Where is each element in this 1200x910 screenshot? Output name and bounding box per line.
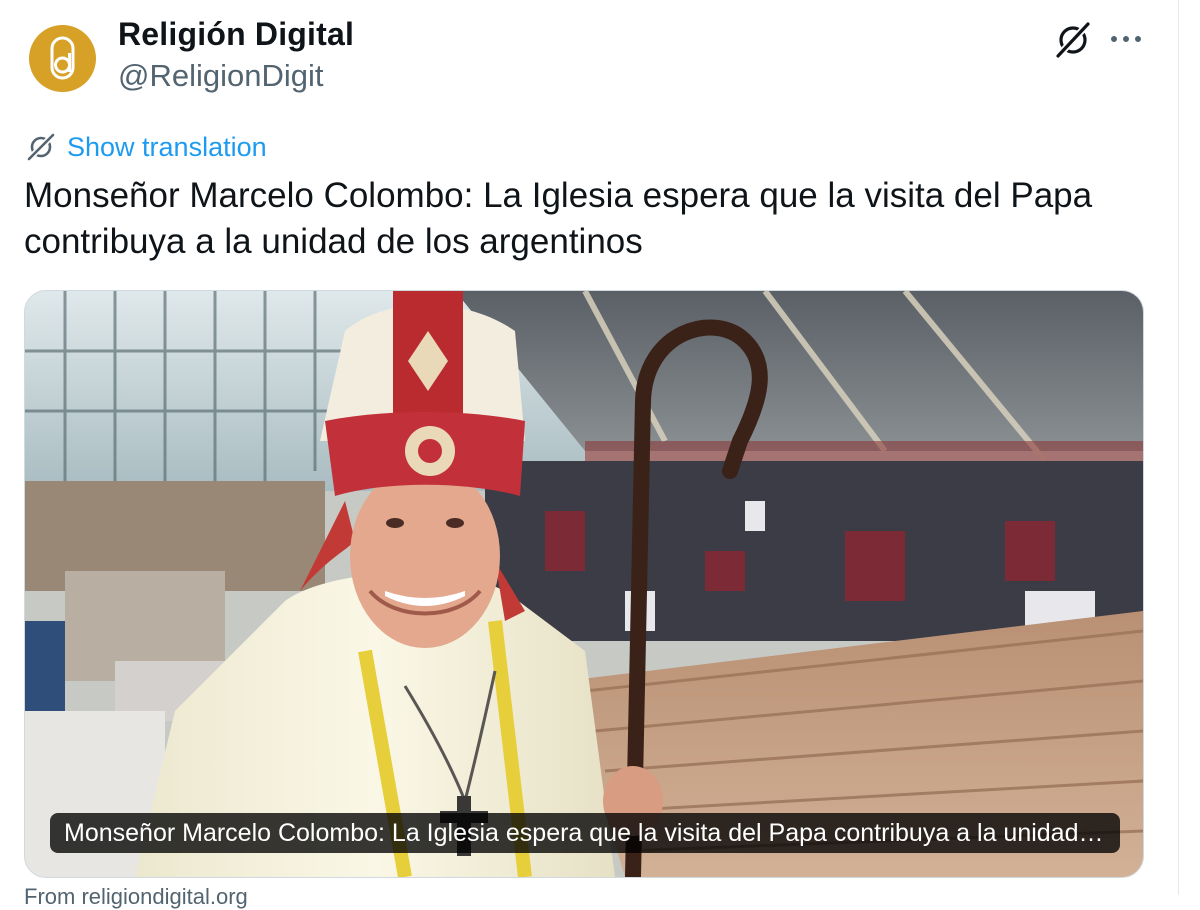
more-options-button[interactable] (1108, 22, 1144, 56)
grok-button[interactable] (1052, 19, 1094, 61)
grok-icon (26, 132, 56, 162)
timeline-divider (1178, 0, 1179, 895)
religion-digital-logo-icon (50, 36, 75, 80)
article-photo (25, 291, 1143, 877)
show-translation-label[interactable]: Show translation (67, 132, 267, 163)
link-source[interactable]: From religiondigital.org (24, 884, 248, 910)
grok-icon (1055, 21, 1091, 59)
author-display-name[interactable]: Religión Digital (118, 16, 354, 53)
author-handle[interactable]: @ReligionDigit (118, 58, 324, 94)
avatar[interactable] (29, 25, 96, 92)
link-card-caption: Monseñor Marcelo Colombo: La Iglesia esp… (50, 813, 1120, 853)
show-translation-link[interactable]: Show translation (25, 131, 267, 163)
more-horizontal-icon (1111, 36, 1141, 42)
link-card[interactable]: Monseñor Marcelo Colombo: La Iglesia esp… (24, 290, 1144, 878)
tweet-text: Monseñor Marcelo Colombo: La Iglesia esp… (24, 176, 1093, 261)
